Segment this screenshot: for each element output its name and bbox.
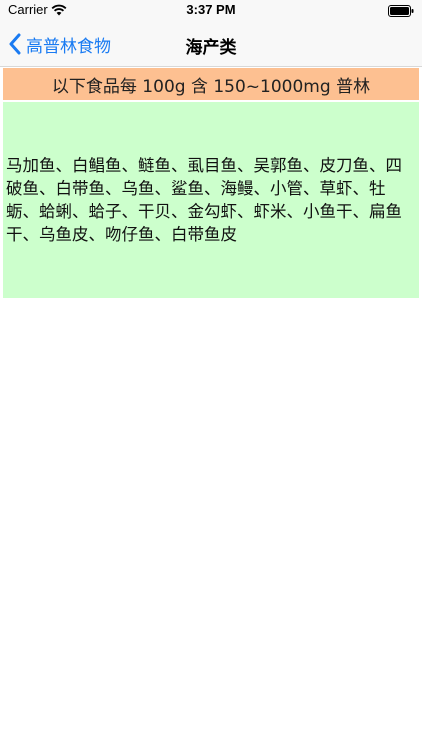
food-list-text: 马加鱼、白鲳鱼、鲢鱼、虱目鱼、吴郭鱼、皮刀鱼、四破鱼、白带鱼、乌鱼、鲨鱼、海鳗、… [6,156,402,244]
purine-range-header: 以下食品每 100g 含 150~1000mg 普林 [3,68,419,100]
navigation-bar: 高普林食物 海产类 [0,22,422,67]
page-title: 海产类 [185,38,237,58]
battery-icon [388,5,414,17]
status-bar: Carrier 3:37 PM [0,0,422,22]
food-list-panel: 马加鱼、白鲳鱼、鲢鱼、虱目鱼、吴郭鱼、皮刀鱼、四破鱼、白带鱼、乌鱼、鲨鱼、海鳗、… [3,102,419,298]
screen: Carrier 3:37 PM 高普林食物 海产类 以下食品每 100g 含 1… [0,0,422,750]
clock: 3:37 PM [186,2,236,17]
